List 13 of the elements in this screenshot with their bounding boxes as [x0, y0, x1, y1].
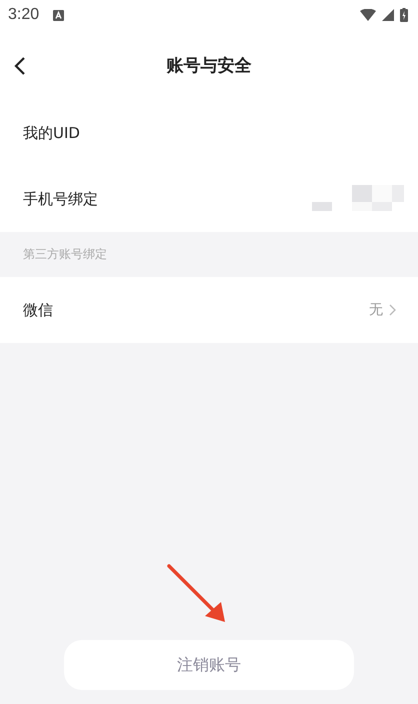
wifi-icon: [360, 9, 376, 21]
back-icon: [14, 56, 26, 76]
status-time: 3:20: [8, 6, 40, 24]
page-title: 账号与安全: [166, 54, 252, 76]
row-label: 微信: [23, 300, 54, 320]
row-label: 手机号绑定: [23, 190, 99, 208]
chevron-right-icon: [389, 304, 396, 316]
row-label: 我的UID: [23, 124, 81, 142]
section-header: 第三方账号绑定: [23, 246, 107, 263]
battery-icon: [400, 8, 408, 22]
signal-icon: [382, 9, 394, 21]
notification-icon: [53, 10, 64, 20]
row-value: 无: [369, 301, 383, 319]
